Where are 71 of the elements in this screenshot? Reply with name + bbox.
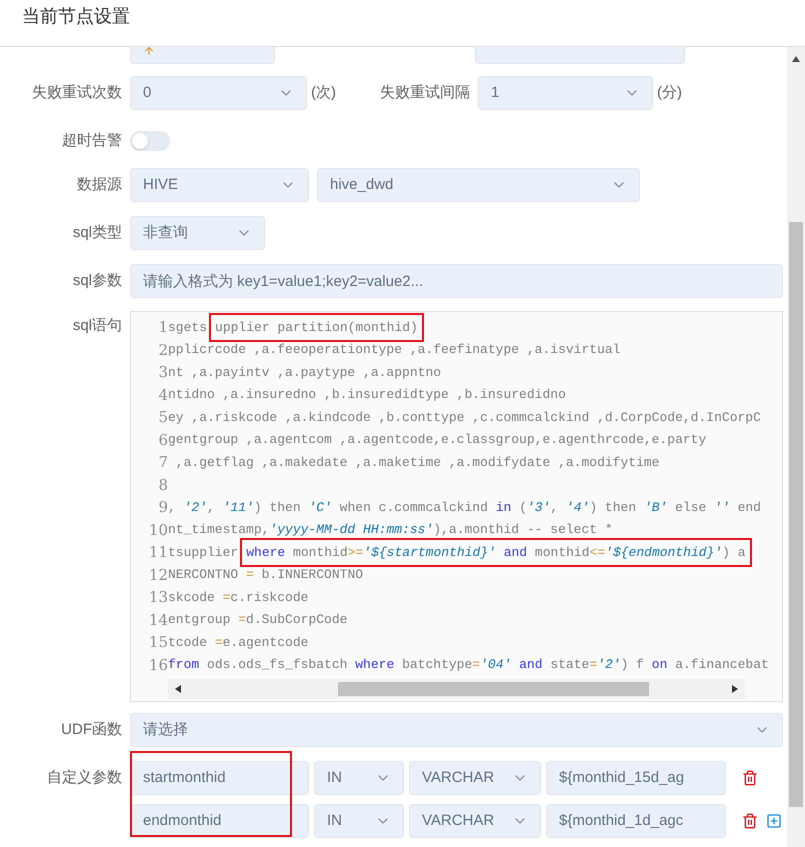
line-number: 13: [148, 587, 168, 608]
field-label: 自定义参数: [47, 768, 122, 786]
vertical-scrollbar[interactable]: [787, 47, 805, 847]
line-number: 14: [148, 610, 168, 630]
code-text: pplicrcode ,a.feeoperationtype ,a.feefinatype ,a.isvirtual: [168, 341, 620, 359]
panel-title: 当前节点设置: [22, 5, 130, 28]
line-number: 3: [157, 362, 168, 383]
field-label: sql参数: [72, 272, 122, 289]
line-number: 5: [157, 407, 168, 428]
code-text: skcode =c.riskcode: [168, 588, 308, 606]
field-label: 失败重试间隔: [380, 84, 470, 101]
line-number: 6: [157, 430, 168, 450]
select-field[interactable]: HIVE: [130, 168, 309, 202]
code-editor[interactable]: [130, 311, 783, 702]
arrow-up-icon: [143, 47, 155, 57]
select-field[interactable]: 0: [130, 76, 307, 110]
line-number: 2: [157, 340, 168, 360]
field-label: 数据源: [77, 176, 122, 193]
code-text: , '2', '11') then 'C' when c.commcalckind in ('3', '4') then 'B' else '' end: [168, 498, 761, 516]
scroll-left-icon[interactable]: [174, 685, 182, 693]
highlight-box: where monthid>='${startmonthid}' and monthid<='${endmonthid}') a: [240, 538, 752, 567]
scroll-up-icon[interactable]: [792, 56, 800, 62]
param-value-field[interactable]: ${monthid_1d_agc: [546, 804, 726, 838]
field-label: sql类型: [72, 224, 122, 241]
delete-icon[interactable]: [742, 813, 758, 829]
code-text: from ods.ods_fs_fsbatch where batchtype='04' and state='2') f on a.financebat: [168, 656, 769, 674]
delete-icon[interactable]: [742, 770, 758, 786]
line-number: 12: [148, 564, 168, 586]
horizontal-scrollbar[interactable]: [168, 679, 745, 699]
code-text: tsupplier: [168, 544, 238, 562]
highlight-box: upplier partition(monthid): [209, 312, 424, 342]
sql-params-field[interactable]: 请输入格式为 key1=value1;key2=value2...: [130, 264, 783, 298]
line-number: 15: [148, 632, 168, 653]
scroll-right-icon[interactable]: [731, 685, 739, 693]
code-text: ey ,a.riskcode ,a.kindcode ,b.conttype ,c.commcalckind ,d.CorpCode,d.InCorpC: [168, 408, 761, 426]
add-icon[interactable]: [766, 813, 782, 829]
field-label: sql语句: [72, 317, 122, 334]
code-text: sgets: [168, 318, 208, 336]
select-field[interactable]: 非查询: [130, 216, 265, 250]
select-field[interactable]: 1: [478, 76, 653, 110]
unit-label: (次): [311, 82, 336, 103]
line-number: 10: [148, 520, 168, 540]
select-field[interactable]: IN: [314, 761, 404, 795]
line-number: 11: [148, 542, 168, 563]
field-label: 失败重试次数: [32, 84, 122, 101]
code-text: NERCONTNO = b.INNERCONTNO: [168, 566, 364, 584]
field-label: 超时告警: [62, 132, 122, 149]
line-number: 7: [157, 452, 168, 473]
code-text: ,a.getflag ,a.makedate ,a.maketime ,a.modifydate ,a.modifytime: [174, 454, 660, 472]
code-text: tcode =e.agentcode: [168, 634, 308, 652]
line-number: 8: [157, 474, 168, 496]
select-field[interactable]: VARCHAR: [409, 761, 541, 795]
param-name-field[interactable]: endmonthid: [130, 804, 309, 838]
udf-select[interactable]: 请选择: [130, 713, 783, 747]
line-number: 4: [157, 384, 168, 406]
code-text: gentgroup ,a.agentcom ,a.agentcode,e.classgroup,e.agenthrcode,e.party: [168, 431, 706, 449]
code-text: entgroup =d.SubCorpCode: [168, 611, 348, 629]
line-number: 16: [148, 654, 168, 676]
code-text: ntidno ,a.insuredno ,b.insuredidtype ,b.insuredidno: [168, 386, 566, 404]
line-number: 9: [157, 497, 168, 518]
code-text: nt_timestamp,'yyyy-MM-dd HH:mm:ss'),a.monthid -- select *: [168, 521, 613, 539]
unit-label: (分): [657, 82, 682, 103]
param-name-field[interactable]: startmonthid: [130, 761, 309, 795]
field-label: UDF函数: [61, 720, 122, 738]
param-value-field[interactable]: ${monthid_15d_ag: [546, 761, 726, 795]
select-field[interactable]: VARCHAR: [409, 804, 541, 838]
line-number: 1: [157, 317, 168, 338]
select-field[interactable]: hive_dwd: [317, 168, 640, 202]
select-field[interactable]: IN: [314, 804, 404, 838]
code-text: nt ,a.payintv ,a.paytype ,a.appntno: [168, 364, 442, 382]
toggle-switch[interactable]: [130, 131, 170, 151]
